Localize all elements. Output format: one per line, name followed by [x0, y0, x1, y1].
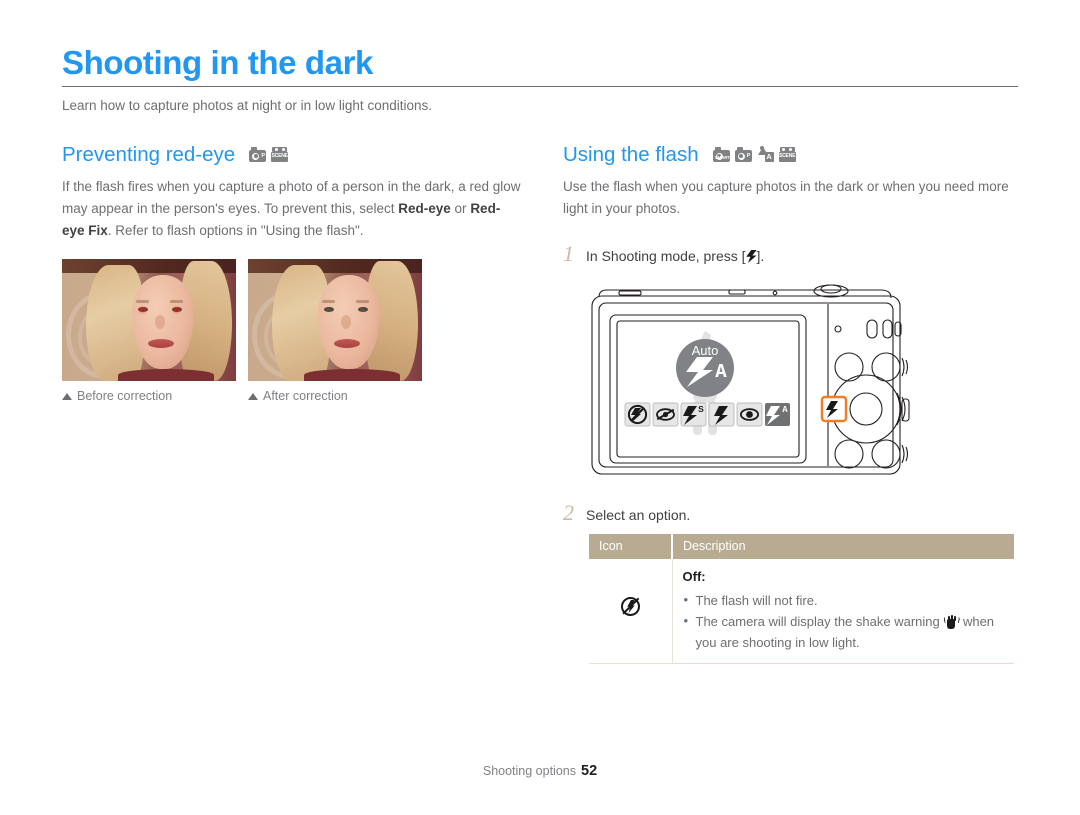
scene-auto-mode-icon: A — [757, 145, 774, 162]
flash-bolt-icon — [746, 250, 757, 263]
photo-caption-after: After correction — [248, 389, 422, 403]
shake-warning-icon — [943, 615, 961, 629]
camera-illustration: Auto A S A — [581, 279, 911, 479]
svg-text:A: A — [782, 405, 788, 415]
page-footer: Shooting options 52 — [0, 763, 1080, 779]
step-1-text: In Shooting mode, press []. — [586, 248, 764, 264]
flash-options-table: Icon Description Off: The flash will not… — [589, 534, 1014, 664]
list-item: The camera will display the shake warnin… — [683, 610, 1005, 653]
program-mode-icon-tag: P — [261, 153, 265, 159]
mode-icon-group: P SCENE — [249, 146, 289, 164]
photo-before-correction — [62, 259, 236, 381]
step-1-text-after: ]. — [756, 248, 765, 264]
scene-mode-icon: SCENE — [778, 146, 796, 162]
document-page: Shooting in the dark Learn how to captur… — [0, 0, 1080, 815]
section-heading-preventing-red-eye: Preventing red-eye P SCENE — [62, 143, 522, 167]
photo-block-before: Before correction — [62, 259, 236, 403]
left-body-copy: If the flash fires when you capture a ph… — [62, 176, 522, 242]
option-bullet-list: The flash will not fire. The camera will… — [683, 589, 1005, 653]
caption-triangle-icon — [248, 392, 258, 400]
section-heading-using-the-flash: Using the flash SMART P A SCENE — [563, 143, 1018, 167]
scene-auto-mode-icon-tag: A — [764, 151, 774, 162]
page-title: Shooting in the dark — [62, 44, 373, 81]
flash-off-icon — [620, 597, 640, 616]
step-2-number: 2 — [563, 500, 574, 525]
left-column: Preventing red-eye P SCENE If the flash … — [62, 143, 522, 403]
scene-mode-icon-tag: SCENE — [778, 152, 796, 162]
svg-text:A: A — [715, 361, 727, 383]
body-text-part: or — [450, 201, 471, 216]
step-1: 1 In Shooting mode, press []. — [563, 243, 1018, 265]
caption-triangle-icon — [62, 392, 72, 400]
table-header-icon: Icon — [589, 534, 673, 559]
program-mode-icon-tag: P — [746, 153, 751, 159]
caption-label: Before correction — [77, 389, 173, 403]
table-header-description: Description — [672, 534, 1014, 559]
smart-auto-mode-icon-tag: SMART — [714, 155, 731, 161]
section-title: Preventing red-eye — [62, 143, 236, 166]
table-cell-icon — [589, 559, 673, 664]
step-1-text-before: In Shooting mode, press [ — [586, 248, 746, 264]
body-text-part: . Refer to flash options in "Using the f… — [107, 223, 364, 238]
right-column: Using the flash SMART P A SCENE Use the … — [563, 143, 1018, 664]
page-intro-text: Learn how to capture photos at night or … — [62, 98, 432, 113]
svg-text:Auto: Auto — [692, 343, 719, 358]
mode-icon-group: SMART P A SCENE — [712, 145, 796, 164]
bullet-text-before: The camera will display the shake warnin… — [695, 614, 944, 629]
photo-block-after: After correction — [248, 259, 422, 403]
option-title-off: Off: — [682, 569, 706, 584]
table-row: Off: The flash will not fire. The camera… — [589, 559, 1014, 664]
caption-label: After correction — [263, 389, 348, 403]
comparison-photo-row: Before correction After correction — [62, 259, 522, 403]
photo-caption-before: Before correction — [62, 389, 236, 403]
body-text-bold-red-eye: Red-eye — [398, 201, 451, 216]
program-mode-icon: P — [734, 147, 752, 162]
photo-after-correction — [248, 259, 422, 381]
smart-auto-mode-icon: SMART — [712, 147, 731, 162]
list-item: The flash will not fire. — [683, 589, 1005, 611]
section-title: Using the flash — [563, 143, 699, 166]
step-2: 2 Select an option. — [563, 502, 1018, 524]
step-1-number: 1 — [563, 241, 574, 266]
table-cell-description: Off: The flash will not fire. The camera… — [672, 559, 1014, 664]
right-body-copy: Use the flash when you capture photos in… — [563, 179, 1009, 216]
option-title-label: Off — [682, 569, 702, 584]
scene-mode-icon: SCENE — [271, 146, 289, 162]
title-divider — [62, 86, 1018, 87]
program-mode-icon: P — [249, 147, 267, 162]
footer-section-label: Shooting options — [482, 764, 576, 778]
step-2-text: Select an option. — [586, 507, 691, 523]
scene-mode-icon-tag: SCENE — [271, 152, 289, 162]
table-header-row: Icon Description — [589, 534, 1014, 559]
svg-text:S: S — [698, 404, 704, 414]
footer-page-number: 52 — [581, 763, 598, 779]
